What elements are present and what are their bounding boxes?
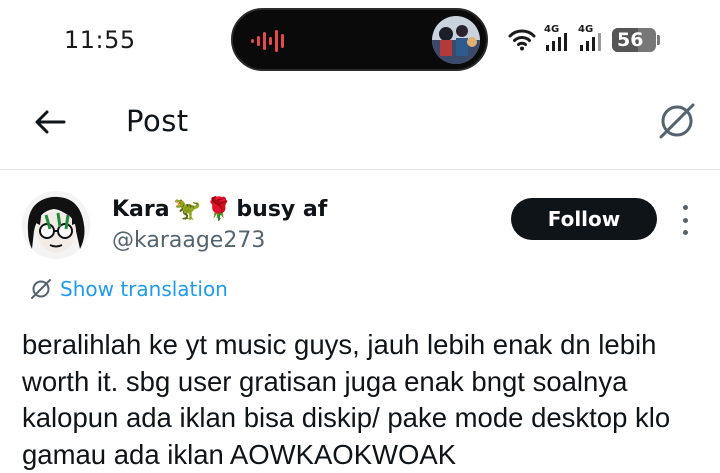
signal-icon-2: 4G: [578, 24, 604, 53]
tweet: Kara 🦖 🌹 busy af @karaage273 Follow Show…: [0, 171, 720, 473]
network-type-label-2: 4G: [578, 24, 594, 35]
status-time: 11:55: [64, 26, 136, 54]
translate-button[interactable]: [656, 100, 698, 142]
audio-waveform-icon: [251, 30, 284, 52]
user-handle[interactable]: @karaage273: [112, 228, 265, 253]
more-vertical-icon: [682, 205, 688, 210]
dynamic-island[interactable]: [231, 8, 488, 71]
battery-level: 56: [617, 29, 644, 51]
follow-button[interactable]: Follow: [511, 198, 657, 240]
system-icons: 4G 4G 56: [508, 24, 660, 56]
back-button[interactable]: [30, 102, 70, 142]
display-name: Kara: [112, 197, 170, 222]
status-bar: 11:55 4G 4G 56: [0, 0, 720, 80]
tweet-text: beralihlah ke yt music guys, jauh lebih …: [22, 329, 671, 470]
page-title: Post: [126, 104, 189, 138]
arrow-left-icon: [35, 110, 66, 134]
display-name-suffix: busy af: [236, 197, 328, 222]
avatar[interactable]: [22, 191, 90, 259]
translate-icon: [659, 103, 695, 139]
battery-icon: 56: [612, 28, 660, 52]
wifi-icon: [508, 29, 536, 51]
more-options-button[interactable]: [676, 205, 694, 235]
signal-icon: 4G: [544, 24, 570, 53]
translate-icon: [31, 279, 51, 299]
post-header: Post: [0, 80, 720, 170]
dinosaur-emoji: 🦖: [173, 196, 201, 222]
display-name-row[interactable]: Kara 🦖 🌹 busy af: [112, 197, 327, 222]
album-art-thumbnail: [432, 16, 480, 64]
show-translation-link[interactable]: Show translation: [30, 277, 228, 301]
network-type-label: 4G: [544, 24, 560, 35]
show-translation-label: Show translation: [60, 277, 228, 301]
rose-emoji: 🌹: [205, 196, 233, 222]
